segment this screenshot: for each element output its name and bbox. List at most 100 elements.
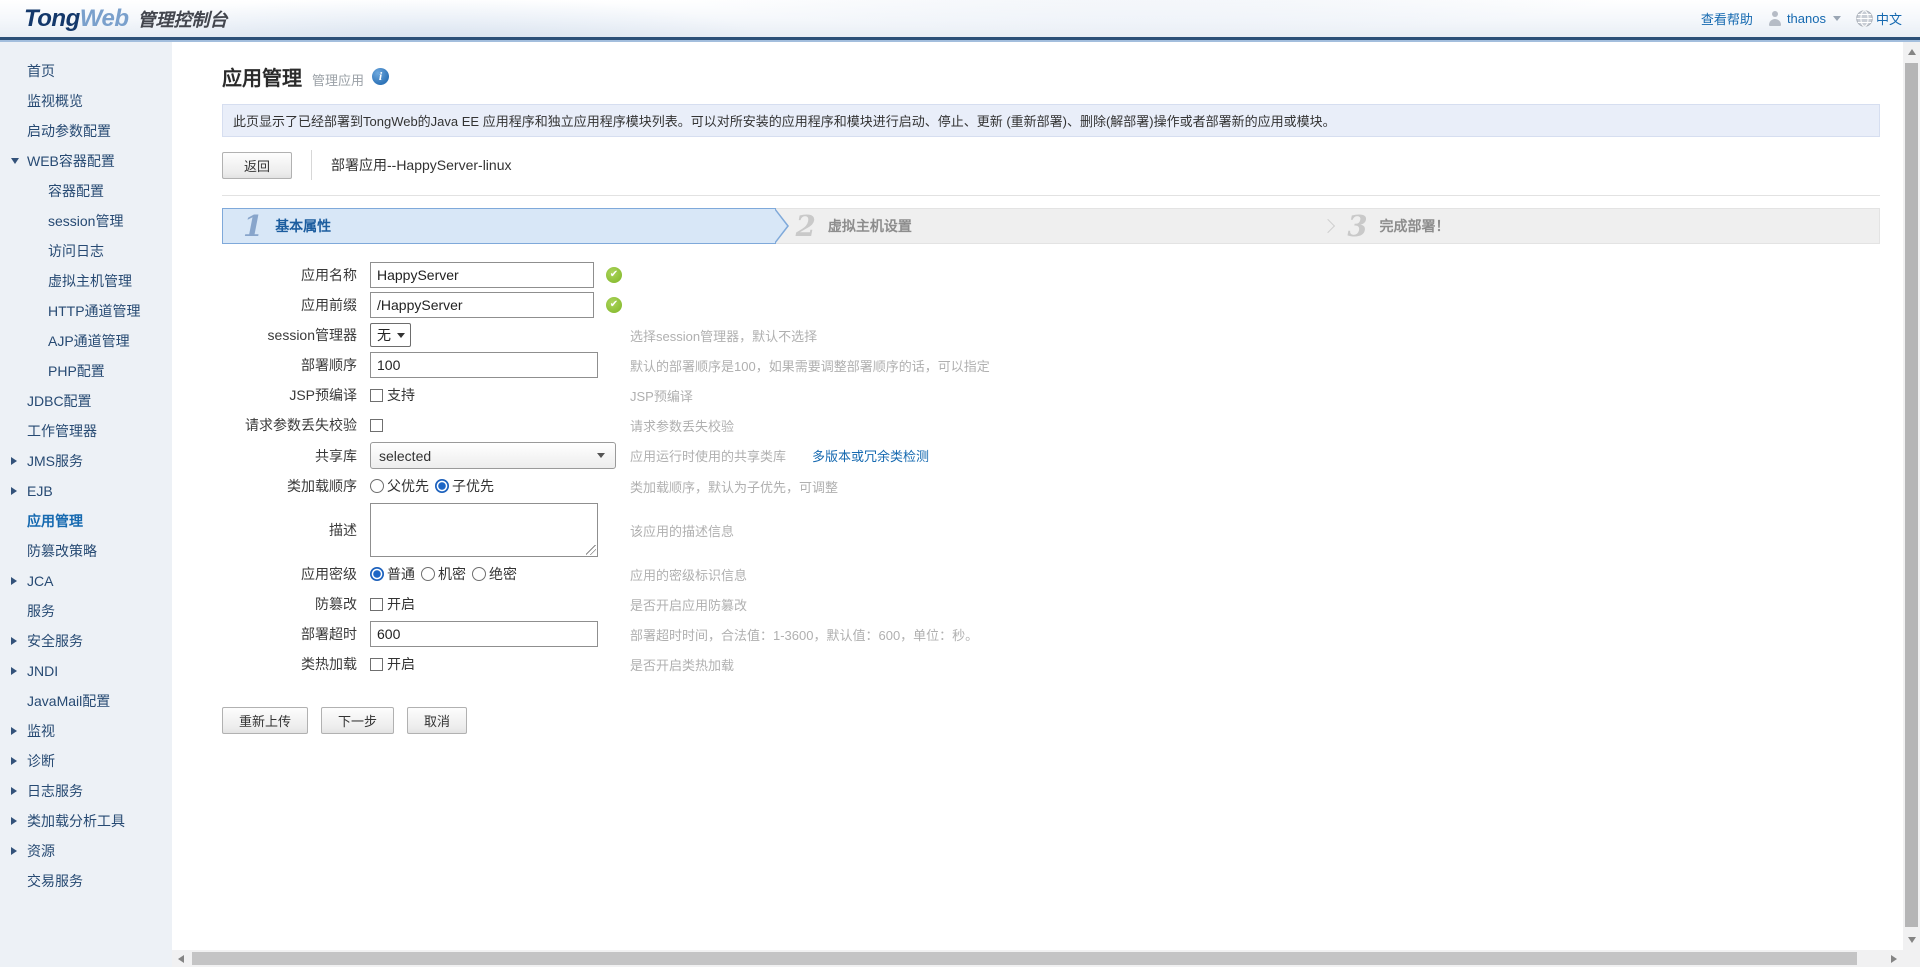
sidebar-item[interactable]: 资源 <box>0 836 172 866</box>
back-button[interactable]: 返回 <box>222 152 292 179</box>
sidebar-item-label: 防篡改策略 <box>27 541 97 561</box>
tamper-proof-checkbox[interactable] <box>370 598 383 611</box>
vertical-scrollbar[interactable] <box>1903 42 1920 967</box>
security-level-radio-label: 绝密 <box>489 564 517 584</box>
sidebar-item[interactable]: JavaMail配置 <box>0 686 172 716</box>
redundant-class-check-link[interactable]: 多版本或冗余类检测 <box>812 446 929 465</box>
param-loss-check-checkbox[interactable] <box>370 419 383 432</box>
user-menu[interactable]: thanos <box>1768 11 1841 26</box>
shared-lib-label: 共享库 <box>222 446 370 466</box>
page-subtitle: 管理应用 <box>312 70 364 89</box>
sidebar-item[interactable]: HTTP通道管理 <box>0 296 172 326</box>
session-manager-value: 无 <box>377 325 391 345</box>
sidebar-item[interactable]: 启动参数配置 <box>0 116 172 146</box>
language-label: 中文 <box>1876 9 1902 28</box>
jsp-precompile-checkbox-label: 支持 <box>387 385 415 405</box>
form-row: 应用密级普通机密绝密应用的密级标识信息 <box>222 561 1880 587</box>
sidebar-item[interactable]: 首页 <box>0 56 172 86</box>
deploy-form: 应用名称HappyServer应用前缀/HappyServersession管理… <box>222 262 1880 677</box>
sidebar-item[interactable]: EJB <box>0 476 172 506</box>
security-level-radio[interactable] <box>370 567 384 581</box>
sidebar-item[interactable]: 监视概览 <box>0 86 172 116</box>
description-label: 描述 <box>222 520 370 540</box>
scroll-right-arrow-icon[interactable] <box>1885 950 1902 967</box>
horizontal-scrollbar[interactable] <box>172 950 1903 967</box>
sidebar-item[interactable]: JCA <box>0 566 172 596</box>
sidebar-item-label: session管理 <box>48 211 123 231</box>
reupload-button[interactable]: 重新上传 <box>222 707 308 734</box>
scroll-left-arrow-icon[interactable] <box>173 950 190 967</box>
deploy-order-control: 100 <box>370 352 622 378</box>
security-level-label: 应用密级 <box>222 564 370 584</box>
sidebar-item[interactable]: JNDI <box>0 656 172 686</box>
classload-order-radio[interactable] <box>370 479 384 493</box>
app-name-control: HappyServer <box>370 262 622 288</box>
sidebar-item[interactable]: 监视 <box>0 716 172 746</box>
sidebar-item[interactable]: 虚拟主机管理 <box>0 266 172 296</box>
sidebar-item-label: AJP通道管理 <box>48 331 130 351</box>
sidebar-item[interactable]: JDBC配置 <box>0 386 172 416</box>
sidebar-item[interactable]: 访问日志 <box>0 236 172 266</box>
sidebar-item[interactable]: 服务 <box>0 596 172 626</box>
shared-lib-dropdown[interactable]: selected <box>370 442 616 469</box>
description-textarea[interactable] <box>370 503 598 557</box>
sidebar-item-label: HTTP通道管理 <box>48 301 141 321</box>
classload-order-radio[interactable] <box>435 479 449 493</box>
app-prefix-input[interactable]: /HappyServer <box>370 292 594 318</box>
sidebar-item[interactable]: PHP配置 <box>0 356 172 386</box>
chevron-right-icon <box>11 727 17 735</box>
sidebar-item[interactable]: 防篡改策略 <box>0 536 172 566</box>
app-logo: TongWeb 管理控制台 <box>24 5 227 33</box>
security-level-radio[interactable] <box>421 567 435 581</box>
info-icon[interactable] <box>372 68 389 85</box>
form-row: 共享库selected应用运行时使用的共享类库多版本或冗余类检测 <box>222 442 1880 469</box>
sidebar-item[interactable]: 诊断 <box>0 746 172 776</box>
chevron-right-icon <box>11 817 17 825</box>
sidebar-item[interactable]: JMS服务 <box>0 446 172 476</box>
wizard-step[interactable]: 3完成部署！ <box>1327 209 1879 243</box>
param-loss-check-control <box>370 419 622 432</box>
wizard-step[interactable]: 2虚拟主机设置 <box>776 209 1328 243</box>
form-row: JSP预编译支持JSP预编译 <box>222 382 1880 408</box>
sidebar-item[interactable]: 交易服务 <box>0 866 172 896</box>
classload-order-radio-label: 父优先 <box>387 476 429 496</box>
section-divider <box>222 195 1880 196</box>
session-manager-select[interactable]: 无 <box>370 323 411 347</box>
vertical-scroll-thumb[interactable] <box>1905 63 1918 927</box>
resize-handle-icon[interactable] <box>586 545 596 555</box>
sidebar-item[interactable]: 工作管理器 <box>0 416 172 446</box>
jsp-precompile-checkbox[interactable] <box>370 389 383 402</box>
sidebar-item-label: JCA <box>27 573 53 589</box>
sidebar-item[interactable]: 应用管理 <box>0 506 172 536</box>
cancel-button[interactable]: 取消 <box>407 707 467 734</box>
wizard-step-number: 1 <box>243 209 263 243</box>
wizard-step[interactable]: 1基本属性 <box>222 208 776 244</box>
sidebar-item[interactable]: 日志服务 <box>0 776 172 806</box>
language-switcher[interactable]: 中文 <box>1856 9 1902 28</box>
shared-lib-control: selected <box>370 442 622 469</box>
form-row: 类热加载开启是否开启类热加载 <box>222 651 1880 677</box>
param-loss-check-hint: 请求参数丢失校验 <box>630 416 734 435</box>
tamper-proof-hint: 是否开启应用防篡改 <box>630 595 747 614</box>
help-link[interactable]: 查看帮助 <box>1701 9 1753 28</box>
scroll-up-arrow-icon[interactable] <box>1903 44 1920 61</box>
form-actions: 重新上传下一步取消 <box>222 707 1880 734</box>
sidebar-item[interactable]: 容器配置 <box>0 176 172 206</box>
tamper-proof-control: 开启 <box>370 594 622 614</box>
scroll-down-arrow-icon[interactable] <box>1903 931 1920 948</box>
sidebar-item[interactable]: WEB容器配置 <box>0 146 172 176</box>
sidebar-item[interactable]: session管理 <box>0 206 172 236</box>
session-manager-hint: 选择session管理器，默认不选择 <box>630 326 817 345</box>
sidebar-item[interactable]: 类加载分析工具 <box>0 806 172 836</box>
deploy-timeout-input[interactable]: 600 <box>370 621 598 647</box>
app-name-input[interactable]: HappyServer <box>370 262 594 288</box>
class-hot-reload-checkbox[interactable] <box>370 658 383 671</box>
deploy-order-input[interactable]: 100 <box>370 352 598 378</box>
sidebar-item-label: 资源 <box>27 841 55 861</box>
sidebar-item[interactable]: 安全服务 <box>0 626 172 656</box>
sidebar-item[interactable]: AJP通道管理 <box>0 326 172 356</box>
security-level-radio[interactable] <box>472 567 486 581</box>
horizontal-scroll-thumb[interactable] <box>192 952 1857 965</box>
next-button[interactable]: 下一步 <box>321 707 394 734</box>
class-hot-reload-control: 开启 <box>370 654 622 674</box>
